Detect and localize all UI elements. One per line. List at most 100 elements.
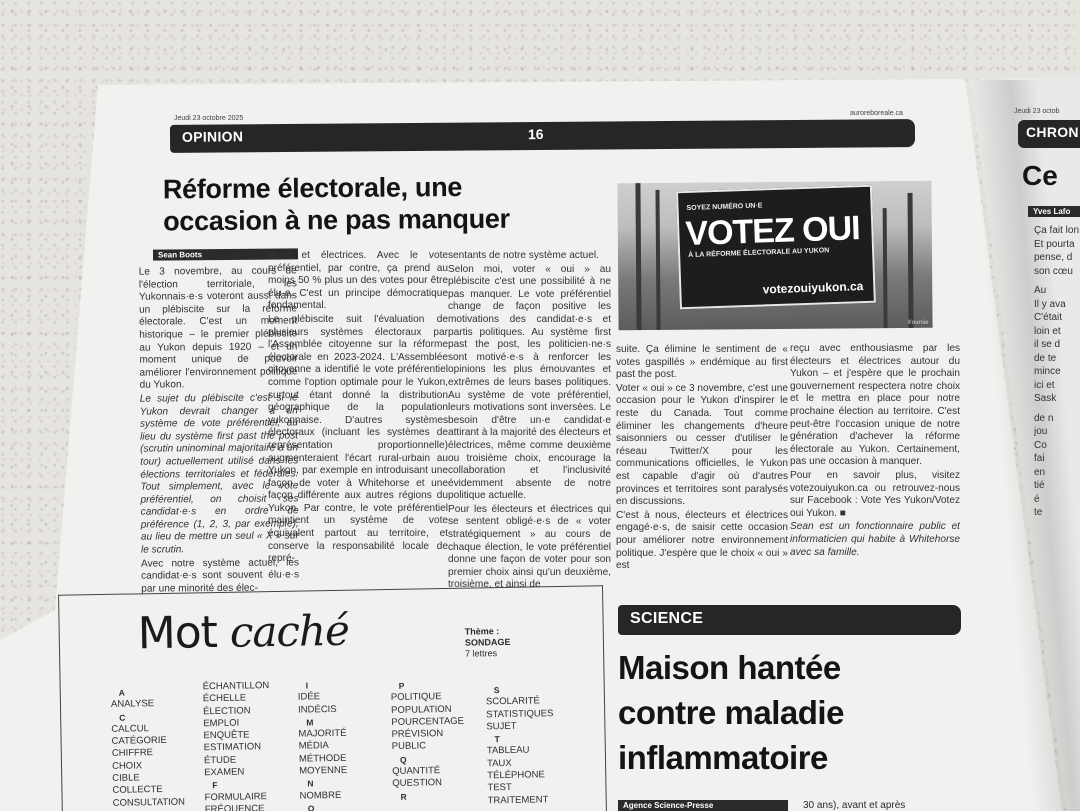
right-page-line: mince — [1034, 366, 1061, 377]
right-page-line: é — [1034, 493, 1040, 505]
science-section-bar: SCIENCE — [618, 605, 961, 635]
right-page-line: en — [1034, 466, 1046, 478]
word-list-item: CONSULTATION — [112, 796, 186, 809]
word-list-column-5: S SCOLARITÉ STATISTIQUES SUJET T TABLEAU TAUX T… — [486, 683, 555, 807]
word-list-item: INDÉCIS — [297, 703, 337, 716]
paragraph: suite. Ça élimine le sentiment de « vote… — [616, 344, 788, 381]
word-list-item: TABLEAU — [486, 745, 530, 757]
right-page-line: de te — [1034, 352, 1057, 364]
puzzle-title: Mot caché — [137, 605, 349, 660]
word-list-item: ÉCHELLE — [202, 692, 247, 705]
right-page-line: Et pourta — [1034, 238, 1075, 250]
science-section-label: SCIENCE — [630, 610, 704, 627]
word-list-item: TRAITEMENT — [487, 793, 549, 806]
word-list-item: TAUX — [486, 757, 512, 770]
word-list-column-2: ÉCHANTILLON ÉCHELLE ÉLECTION EMPLOI ENQUÊTE E… — [203, 680, 272, 811]
right-page-text: Ça fait lon Et pourta pense, d son cœu Au Il … — [1034, 224, 1080, 520]
tree-trunk — [907, 192, 914, 328]
paragraph: Voter « oui » ce 3 novembre, c'est une o… — [616, 382, 788, 508]
word-list-item: STATISTIQUES — [486, 707, 554, 720]
science-snippet: 30 ans), avant et après — [803, 800, 906, 811]
right-page-line: il se d — [1034, 339, 1061, 350]
word-list-item: ÉTUDE — [203, 754, 237, 767]
puzzle-theme: Thème : SONDAGE 7 lettres — [465, 626, 511, 660]
right-page-line: loin et — [1034, 325, 1061, 337]
right-page-line: tié — [1034, 480, 1045, 491]
issue-date: Jeudi 23 octobre 2025 — [174, 115, 244, 122]
paragraph: Le plébiscite suit l'évaluation de plusi… — [268, 313, 448, 565]
page-number: 16 — [527, 125, 544, 143]
word-search-puzzle: Mot caché Thème : SONDAGE 7 lettres A ANA… — [58, 585, 607, 811]
right-page-line: de n — [1034, 412, 1054, 424]
theme-value: SONDAGE — [464, 636, 511, 648]
opinion-section-bar: OPINION 16 — [169, 119, 916, 153]
word-list-letter-heading: N — [307, 778, 314, 789]
theme-count: 7 lettres — [465, 648, 498, 659]
word-list-item: FRÉQUENCE — [204, 803, 265, 811]
word-list-item: IDÉE — [297, 691, 321, 703]
website-url: auroreboreale.ca — [850, 110, 903, 117]
paragraph: Selon moi, voter « oui » au plébiscite c… — [448, 263, 611, 502]
word-list-column-3: I IDÉE INDÉCIS M MAJORITÉ MÉDIA MÉTHODE MOYENNE… — [298, 679, 348, 811]
right-page-section-label: CHRON — [1026, 124, 1079, 140]
right-page-line: son cœu — [1034, 265, 1073, 277]
word-list-item: SUJET — [486, 720, 517, 733]
word-list-item: MAJORITÉ — [298, 727, 347, 740]
paragraph: reçu avec enthousiasme par les électeurs… — [790, 343, 960, 468]
word-list-item: NOMBRE — [299, 789, 342, 802]
tree-trunk — [635, 183, 642, 331]
article-headline: Réforme électorale, une occasion à ne pa… — [163, 171, 510, 238]
word-list-item: POURCENTAGE — [391, 715, 465, 728]
word-list-column-1: A ANALYSE C CALCUL CATÉGORIE CHIFFRE CHOIX CIBL… — [111, 686, 186, 811]
word-list-item: MOYENNE — [299, 764, 348, 777]
headline-line-1: Réforme électorale, une — [162, 172, 463, 205]
article-column-4: suite. Ça élimine le sentiment de « vote… — [616, 344, 788, 574]
word-list-column-4: P POLITIQUE POPULATION POURCENTAGE PRÉVISION… — [391, 679, 466, 803]
word-list-letter-heading: M — [306, 717, 314, 728]
word-list-letter-heading: I — [305, 680, 309, 691]
article-column-2: teurs et électrices. Avec le vote préfér… — [268, 250, 448, 567]
paragraph: teurs et électrices. Avec le vote préfér… — [268, 250, 448, 312]
word-list-item: TÉLÉPHONE — [487, 769, 545, 782]
tree-trunk — [882, 208, 888, 329]
word-list-letter-heading: S — [493, 685, 500, 696]
word-list-item: SCOLARITÉ — [485, 695, 540, 708]
tree-trunk — [655, 189, 661, 330]
right-page-section-bar: CHRON — [1018, 120, 1080, 148]
science-byline: Agence Science-Presse — [618, 800, 788, 811]
word-list-item: EXAMEN — [204, 766, 245, 779]
science-headline: Maison hantée contre maladie inflammatoi… — [618, 645, 844, 780]
right-page-line: C'était — [1034, 312, 1063, 323]
word-list-item: TEST — [487, 782, 512, 794]
paragraph: sentants de notre système actuel. — [448, 250, 599, 261]
paragraph: C'est à nous, électeurs et électrices en… — [616, 509, 788, 572]
word-list-item: FORMULAIRE — [204, 790, 267, 803]
right-page-line: Ça fait lon — [1034, 225, 1080, 236]
right-page-title: Ce — [1022, 160, 1058, 191]
science-headline-line: contre maladie — [618, 694, 844, 731]
word-list-item: ÉCHANTILLON — [202, 680, 270, 693]
votez-oui-sign: SOYEZ NUMÉRO UN·E VOTEZ OUI À LA RÉFORME… — [675, 184, 876, 310]
theme-label: Thème : — [464, 626, 500, 637]
article-column-3: sentants de notre système actuel. Selon … — [448, 250, 611, 593]
right-page-line: Au — [1034, 285, 1047, 296]
right-page-line: Sask — [1034, 393, 1057, 404]
word-list-item: MÉDIA — [298, 740, 329, 753]
word-list-letter-heading: R — [400, 791, 407, 802]
photo-credit: Fournie — [908, 319, 929, 326]
right-page-line: ici et — [1034, 379, 1055, 391]
word-list-item: ENQUÊTE — [203, 729, 250, 742]
right-page-byline: Yves Lafo — [1028, 206, 1080, 217]
paragraph: Pour les électeurs et électrices qui se … — [448, 503, 611, 591]
science-headline-line: Maison hantée — [618, 649, 841, 686]
sign-main-text: VOTEZ OUI — [684, 209, 861, 254]
sign-url: votezouiyukon.ca — [762, 279, 864, 297]
right-page-line: Co — [1034, 439, 1047, 451]
right-page-line: jou — [1034, 426, 1048, 437]
headline-line-2: occasion à ne pas manquer — [163, 203, 510, 237]
article-photo: SOYEZ NUMÉRO UN·E VOTEZ OUI À LA RÉFORME… — [617, 180, 933, 331]
article-column-5: reçu avec enthousiasme par les électeurs… — [790, 343, 960, 560]
author-bio: Sean est un fonctionnaire public et info… — [790, 521, 960, 558]
word-list-item: EMPLOI — [203, 717, 240, 730]
word-list-item: ESTIMATION — [203, 741, 262, 754]
